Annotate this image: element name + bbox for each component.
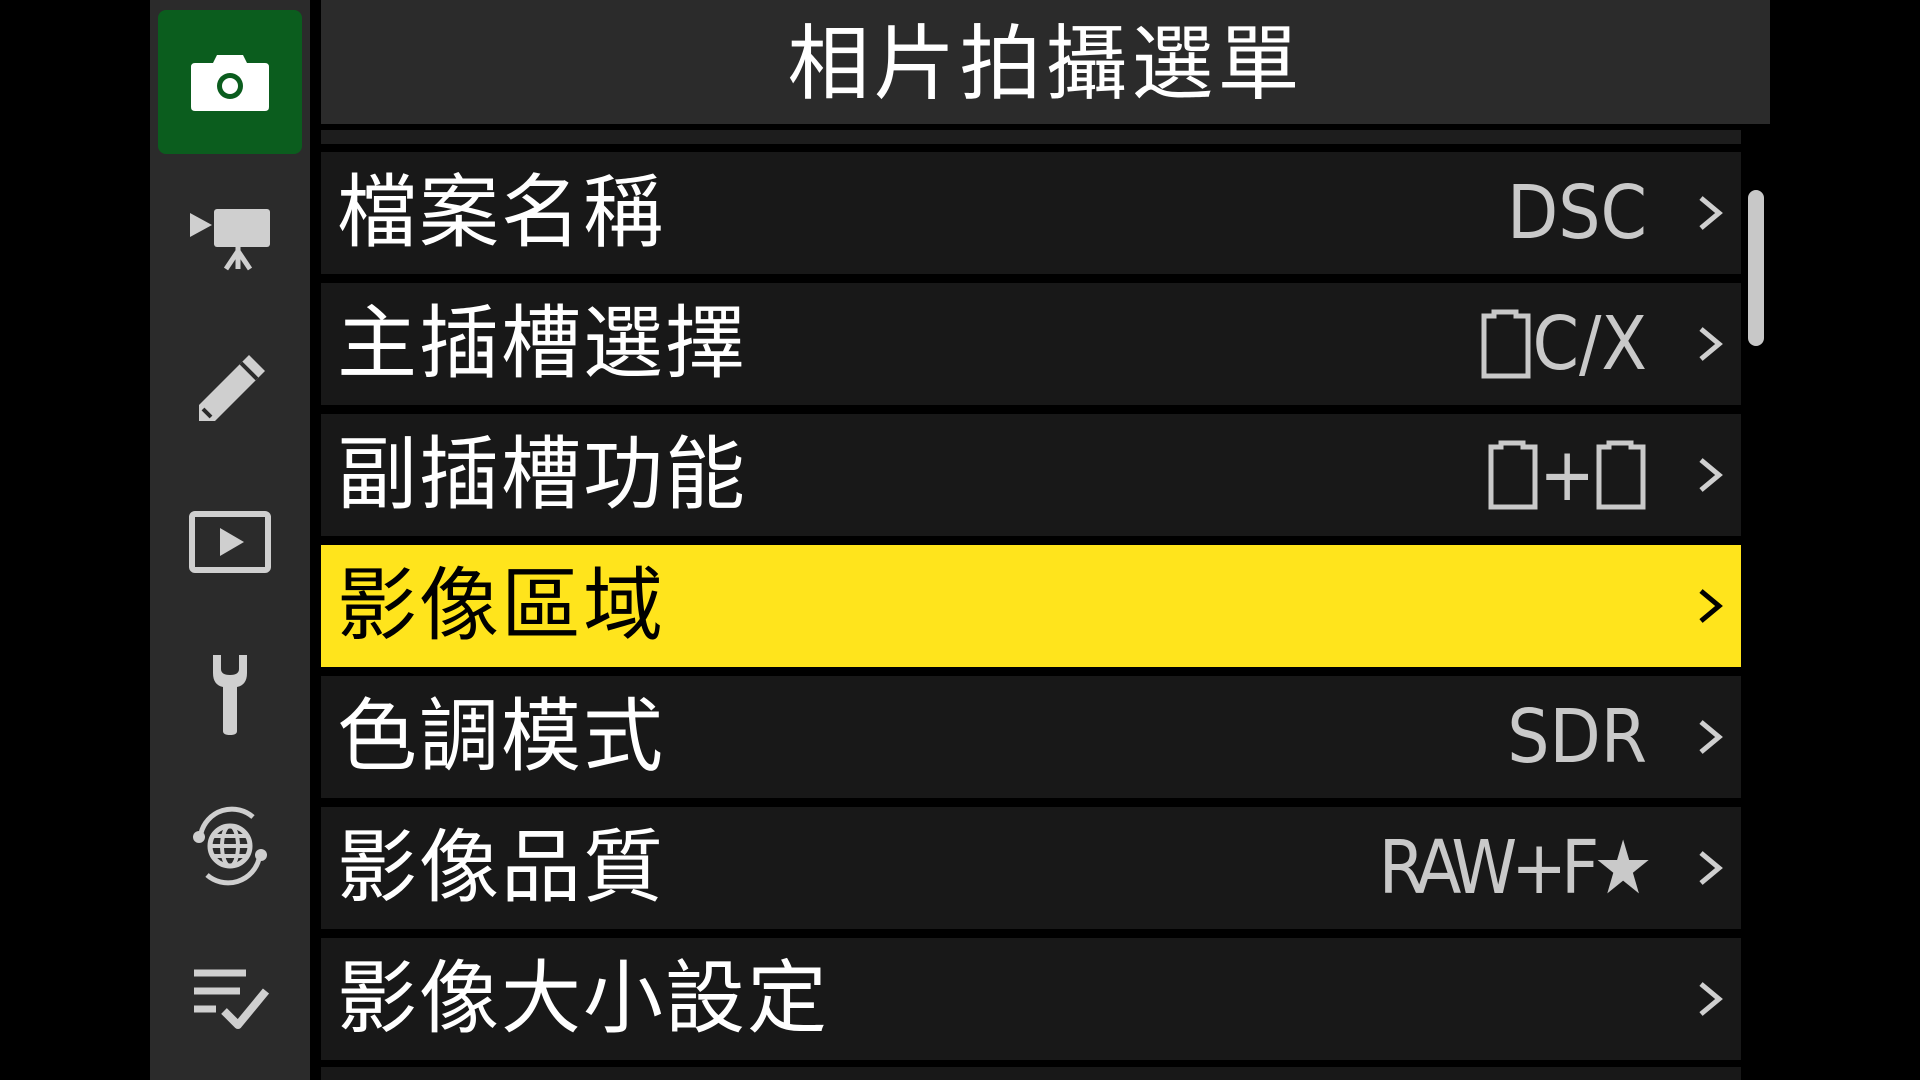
tab-setup[interactable] xyxy=(158,622,302,766)
menu-item-value: DSC xyxy=(1506,170,1647,256)
wrench-icon xyxy=(213,655,247,735)
chevron-right-icon xyxy=(1699,982,1723,1016)
pencil-icon xyxy=(199,355,265,421)
card-slot-icon xyxy=(1488,440,1538,510)
my-menu-icon xyxy=(194,969,270,1029)
menu-item-tone-mode[interactable]: 色調模式 SDR xyxy=(321,676,1741,798)
tab-network[interactable] xyxy=(158,774,302,918)
menu-item-label: 主插槽選擇 xyxy=(337,297,747,390)
menu-header: 相片拍攝選單 xyxy=(321,0,1770,124)
tab-custom-settings[interactable] xyxy=(158,318,302,462)
playback-icon xyxy=(189,511,271,573)
menu-item-value: C/X xyxy=(1480,283,1647,405)
menu-item-label: 色調模式 xyxy=(337,690,665,783)
chevron-right-icon xyxy=(1699,851,1723,885)
scrollbar-thumb[interactable] xyxy=(1748,190,1764,346)
card-slot-icon xyxy=(1481,309,1531,379)
menu-item-label: 檔案名稱 xyxy=(337,166,665,259)
menu-item-partial xyxy=(321,1067,1741,1080)
menu-item-label: 影像大小設定 xyxy=(337,952,829,1045)
card-slot-icon xyxy=(1596,440,1646,510)
tab-photo-shooting[interactable] xyxy=(158,10,302,154)
menu-item-secondary-slot-function[interactable]: 副插槽功能 + xyxy=(321,414,1741,536)
menu-item-value: + xyxy=(1487,414,1647,536)
tab-playback[interactable] xyxy=(158,470,302,614)
menu-item-label: 影像品質 xyxy=(337,821,665,914)
chevron-right-icon xyxy=(1699,196,1723,230)
header-divider xyxy=(321,130,1741,144)
menu-item-image-quality[interactable]: 影像品質 RAW+F★ xyxy=(321,807,1741,929)
menu-item-label: 影像區域 xyxy=(337,559,665,652)
menu-item-file-naming[interactable]: 檔案名稱 DSC xyxy=(321,152,1741,274)
menu-item-image-area[interactable]: 影像區域 xyxy=(321,545,1741,667)
chevron-right-icon xyxy=(1699,458,1723,492)
menu-item-value: SDR xyxy=(1507,694,1647,780)
menu-list: 檔案名稱 DSC 主插槽選擇 C/X 副插槽功能 + 影像區域 色調模式 SDR… xyxy=(321,152,1741,1069)
camera-icon xyxy=(191,55,269,111)
tab-movie-shooting[interactable] xyxy=(158,166,302,310)
chevron-right-icon xyxy=(1699,589,1723,623)
menu-item-value: RAW+F★ xyxy=(1378,825,1653,911)
menu-tab-rail xyxy=(150,0,310,1080)
chevron-right-icon xyxy=(1699,720,1723,754)
camera-menu-screen: 相片拍攝選單 檔案名稱 DSC 主插槽選擇 C/X 副插槽功能 + 影像區域 色… xyxy=(0,0,1920,1080)
page-title: 相片拍攝選單 xyxy=(787,17,1304,112)
menu-item-primary-slot-selection[interactable]: 主插槽選擇 C/X xyxy=(321,283,1741,405)
menu-item-label: 副插槽功能 xyxy=(337,428,747,521)
movie-camera-icon xyxy=(190,209,270,271)
menu-item-image-size-settings[interactable]: 影像大小設定 xyxy=(321,938,1741,1060)
chevron-right-icon xyxy=(1699,327,1723,361)
tab-my-menu[interactable] xyxy=(158,926,302,1070)
network-icon xyxy=(193,806,267,886)
